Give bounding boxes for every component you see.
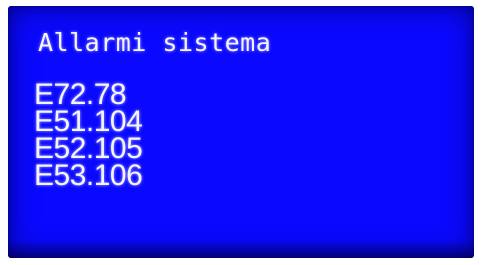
- alarm-list: E72.78 E51.104 E52.105 E53.106: [34, 80, 143, 192]
- lcd-screen: Allarmi sistema E72.78 E51.104 E52.105 E…: [8, 6, 474, 258]
- alarm-code: E53.106: [34, 159, 143, 192]
- screen-title: Allarmi sistema: [38, 28, 272, 57]
- display-bezel: Allarmi sistema E72.78 E51.104 E52.105 E…: [0, 0, 482, 265]
